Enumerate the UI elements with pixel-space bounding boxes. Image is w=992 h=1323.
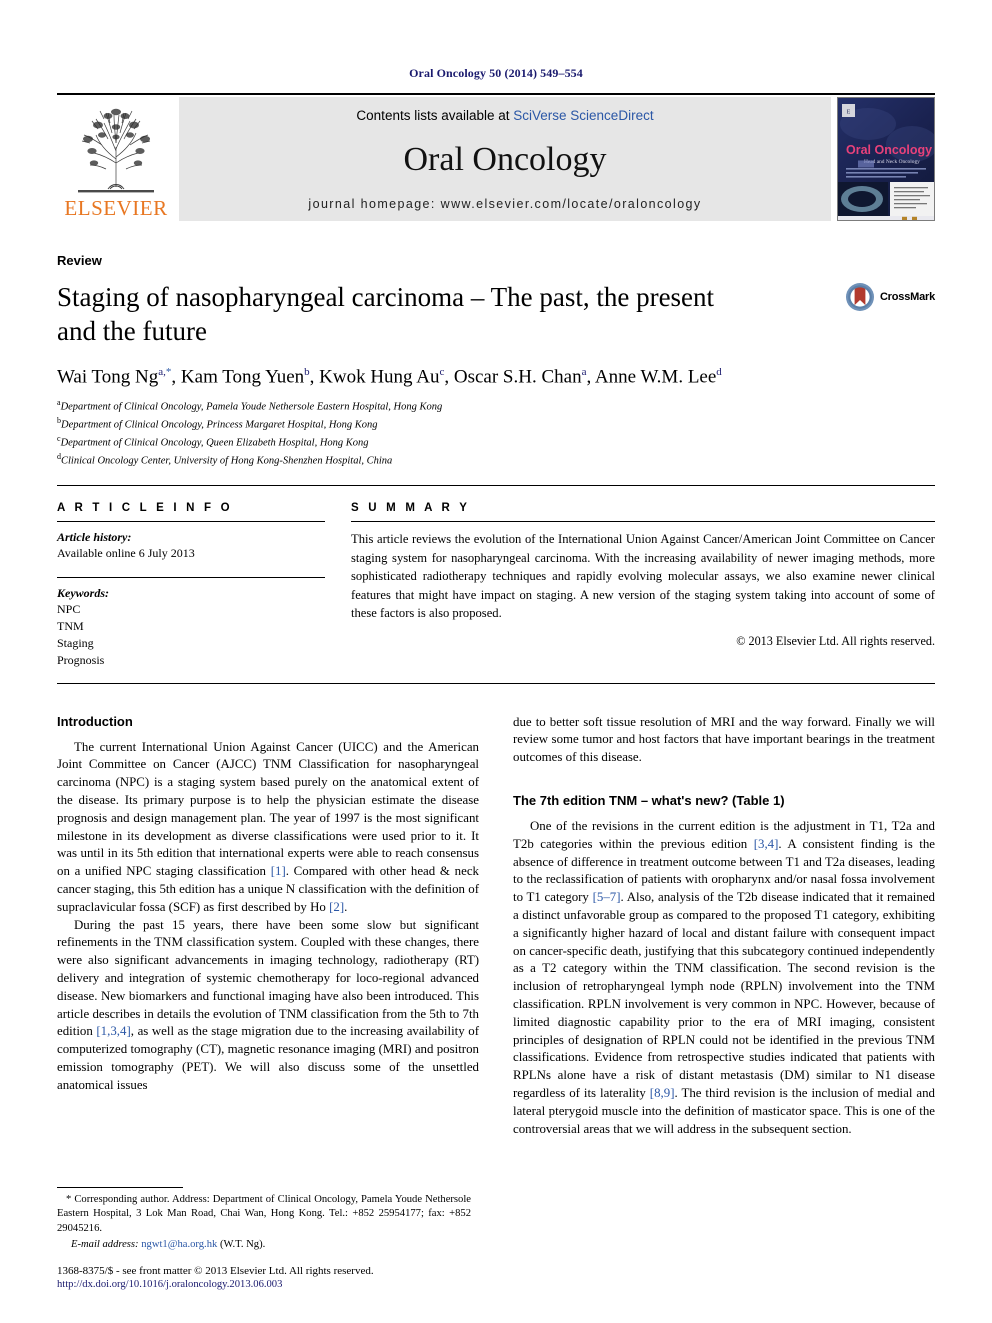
article-info-rule	[57, 521, 325, 523]
masthead-center-panel: Contents lists available at SciVerse Sci…	[179, 97, 831, 221]
summary-column: S U M M A R Y This article reviews the e…	[351, 502, 935, 668]
article-info-heading: A R T I C L E I N F O	[57, 502, 233, 515]
keyword-item: NPC	[57, 601, 81, 616]
body-columns: Introduction The current International U…	[57, 714, 935, 1139]
article-info-summary-block: A R T I C L E I N F O Article history: A…	[57, 502, 935, 668]
crossmark-badge[interactable]: CrossMark	[845, 282, 935, 312]
svg-text:E: E	[847, 110, 851, 116]
article-history-label: Article history:	[57, 530, 132, 545]
summary-heading: S U M M A R Y	[351, 502, 471, 515]
journal-homepage-link[interactable]: journal homepage: www.elsevier.com/locat…	[308, 197, 701, 211]
journal-masthead: ELSEVIER Contents lists available at Sci…	[57, 97, 935, 221]
info-block-bottom-rule	[57, 682, 935, 684]
keywords-rule	[57, 576, 325, 578]
affiliation-text: Department of Clinical Oncology, Queen E…	[60, 437, 369, 449]
affiliation-text: Department of Clinical Oncology, Princes…	[61, 419, 378, 431]
info-block-top-rule	[57, 485, 935, 487]
copyright-line: © 2013 Elsevier Ltd. All rights reserved…	[736, 634, 935, 649]
footnote-block: * Corresponding author. Address: Departm…	[57, 1186, 471, 1290]
crossmark-icon	[845, 283, 874, 311]
email-owner: (W.T. Ng).	[219, 1239, 266, 1251]
article-page: Oral Oncology 50 (2014) 549–554 ELSEVIER…	[0, 0, 992, 1323]
email-note: E-mail address: ngwt1@ha.org.hk (W.T. Ng…	[57, 1238, 471, 1252]
summary-text: This article reviews the evolution of th…	[351, 532, 935, 620]
keyword-item: Staging	[57, 635, 94, 650]
elsevier-logo: ELSEVIER	[57, 97, 175, 221]
paragraph: One of the revisions in the current edit…	[513, 819, 936, 1136]
article-info-column: A R T I C L E I N F O Article history: A…	[57, 502, 351, 668]
email-link[interactable]: ngwt1@ha.org.hk	[141, 1239, 217, 1250]
email-label: E-mail address:	[71, 1239, 139, 1251]
keyword-item: TNM	[57, 618, 84, 633]
corresponding-author-note: * Corresponding author. Address: Departm…	[57, 1193, 471, 1234]
crossmark-label: CrossMark	[879, 291, 935, 303]
affiliation-item: aDepartment of Clinical Oncology, Pamela…	[57, 397, 935, 415]
affiliation-list: aDepartment of Clinical Oncology, Pamela…	[57, 397, 935, 469]
footer-doi-link[interactable]: http://dx.doi.org/10.1016/j.oraloncology…	[57, 1279, 471, 1290]
affiliation-item: bDepartment of Clinical Oncology, Prince…	[57, 415, 935, 433]
author-list: Wai Tong Nga,*, Kam Tong Yuenb, Kwok Hun…	[57, 366, 722, 388]
left-column: Introduction The current International U…	[57, 714, 479, 1139]
title-row: Staging of nasopharyngeal carcinoma – Th…	[57, 268, 935, 348]
running-head: Oral Oncology 50 (2014) 549–554	[409, 66, 583, 80]
affiliation-item: dClinical Oncology Center, University of…	[57, 451, 935, 469]
contents-prefix: Contents lists available at	[356, 108, 514, 123]
paragraph: The current International Union Against …	[57, 739, 479, 914]
section-heading-introduction: Introduction	[57, 713, 133, 729]
affiliation-text: Clinical Oncology Center, University of …	[61, 455, 393, 467]
right-column: due to better soft tissue resolution of …	[513, 714, 935, 1139]
svg-text:Oral Oncology: Oral Oncology	[846, 143, 932, 157]
article-type-label: Review	[57, 253, 102, 268]
paragraph: due to better soft tissue resolution of …	[513, 714, 935, 765]
footnote-rule	[57, 1186, 183, 1188]
footer-issn: 1368-8375/$ - see front matter © 2013 El…	[57, 1265, 374, 1278]
sciencedirect-link[interactable]: SciVerse ScienceDirect	[513, 108, 653, 123]
summary-rule	[351, 521, 935, 523]
article-history-value: Available online 6 July 2013	[57, 546, 195, 561]
elsevier-wordmark: ELSEVIER	[64, 196, 168, 220]
page-title: Staging of nasopharyngeal carcinoma – Th…	[57, 282, 715, 347]
contents-available-line: Contents lists available at SciVerse Sci…	[356, 108, 653, 123]
affiliation-text: Department of Clinical Oncology, Pamela …	[60, 401, 443, 413]
journal-title: Oral Oncology	[403, 141, 607, 178]
masthead-top-rule	[57, 93, 935, 95]
affiliation-item: cDepartment of Clinical Oncology, Queen …	[57, 433, 935, 451]
keyword-item: Prognosis	[57, 652, 105, 667]
keywords-label: Keywords:	[57, 585, 109, 600]
cover-image: E Oral Oncology Head and Neck Oncology	[838, 98, 934, 220]
journal-cover-thumbnail: E Oral Oncology Head and Neck Oncology	[837, 97, 935, 221]
section-heading-7th-edition: The 7th edition TNM – what's new? (Table…	[513, 793, 785, 809]
elsevier-tree-icon	[68, 99, 164, 195]
paragraph: During the past 15 years, there have bee…	[57, 917, 479, 1092]
